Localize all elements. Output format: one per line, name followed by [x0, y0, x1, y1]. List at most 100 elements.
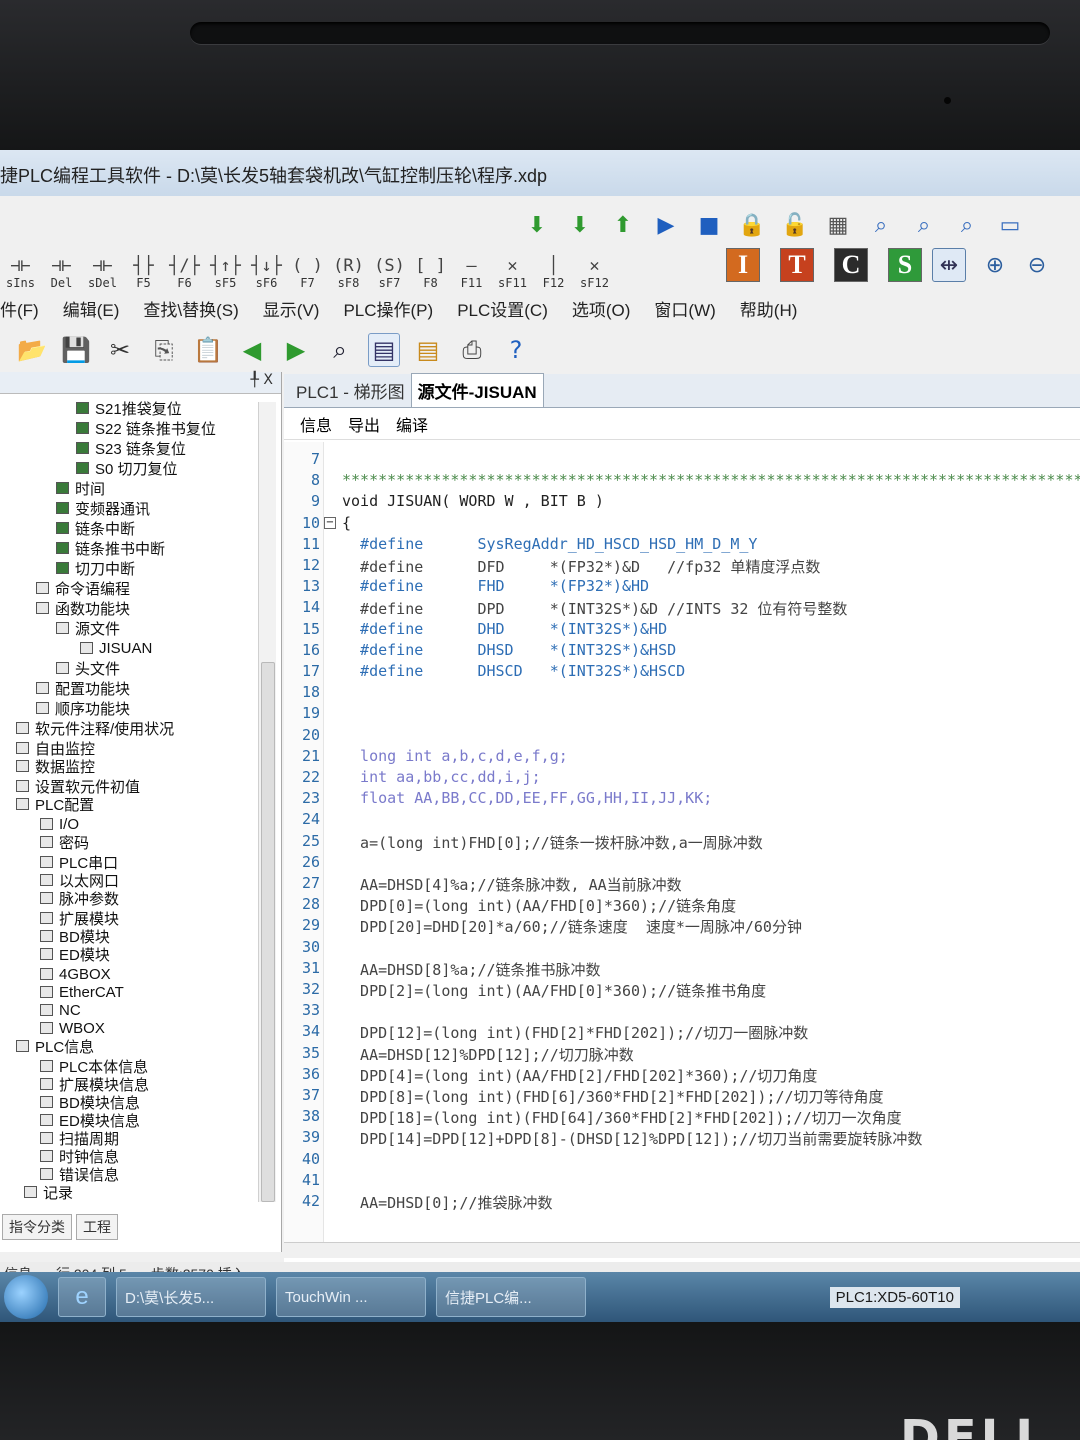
tree-item[interactable]: EtherCAT	[40, 982, 124, 1002]
back-icon[interactable]: ◀	[236, 333, 268, 367]
ladder-tool-14[interactable]: ✕ sF12	[574, 256, 615, 290]
ladder-tool-10[interactable]: [ ] F8	[410, 256, 451, 290]
tree-item[interactable]: 函数功能块	[36, 598, 130, 618]
zoom-out-icon[interactable]: ⊖	[1020, 248, 1054, 282]
print-icon[interactable]: ⎙	[456, 333, 488, 367]
ladder-view-icon[interactable]: ▤	[368, 333, 400, 367]
tree-scrollbar[interactable]	[258, 402, 276, 1202]
copy-icon[interactable]: ⎘	[148, 333, 180, 367]
menu-help[interactable]: 帮助(H)	[740, 296, 798, 321]
horizontal-scrollbar[interactable]	[284, 1242, 1080, 1258]
panel-pin-close[interactable]: ╀ X	[0, 372, 281, 394]
ladder-tool-2[interactable]: ⊣⊢ sDel	[82, 256, 123, 290]
editor-export-button[interactable]: 导出	[348, 412, 380, 436]
download-all-icon[interactable]: ⬇	[563, 208, 597, 242]
forward-icon[interactable]: ▶	[280, 333, 312, 367]
paste-icon[interactable]: 📋	[192, 333, 224, 367]
tree-item[interactable]: 脉冲参数	[40, 888, 119, 908]
ladder-tool-12[interactable]: ✕ sF11	[492, 256, 533, 290]
tab-project[interactable]: 工程	[76, 1214, 118, 1240]
taskbar-touchwin[interactable]: TouchWin ...	[276, 1277, 426, 1317]
taskbar-explorer[interactable]: D:\莫\长发5...	[116, 1277, 266, 1317]
tree-item[interactable]: 变频器通讯	[56, 498, 150, 518]
tree-item[interactable]: 数据监控	[16, 756, 95, 776]
find-table-icon[interactable]: ⌕	[864, 208, 898, 242]
start-button[interactable]	[4, 1275, 48, 1319]
lock-icon[interactable]: 🔒	[735, 208, 769, 242]
comm-icon[interactable]: ▭	[993, 208, 1027, 242]
zoom-find-icon[interactable]: ⌕	[907, 208, 941, 242]
tree-item[interactable]: JISUAN	[80, 638, 152, 658]
instr-t-button[interactable]: T	[780, 248, 814, 282]
tab-instruction-category[interactable]: 指令分类	[2, 1214, 72, 1240]
instr-s-button[interactable]: S	[888, 248, 922, 282]
menu-edit[interactable]: 编辑(E)	[63, 296, 120, 321]
tree-item[interactable]: 记录	[24, 1182, 73, 1202]
editor-compile-button[interactable]: 编译	[396, 412, 428, 436]
taskbar-plc-editor[interactable]: 信捷PLC编...	[436, 1277, 586, 1317]
split-view-icon[interactable]: ⇹	[932, 248, 966, 282]
cut-icon[interactable]: ✂	[104, 333, 136, 367]
tree-item[interactable]: 切刀中断	[56, 558, 135, 578]
tree-item[interactable]: 软元件注释/使用状况	[16, 718, 174, 738]
tree-item[interactable]: S0 切刀复位	[76, 458, 178, 478]
menu-plc-settings[interactable]: PLC设置(C)	[457, 296, 548, 321]
editor-info-button[interactable]: 信息	[300, 412, 332, 436]
tree-item[interactable]: 源文件	[56, 618, 120, 638]
menu-plc-operation[interactable]: PLC操作(P)	[343, 296, 433, 321]
tree-item[interactable]: PLC配置	[16, 794, 94, 814]
unlock-icon[interactable]: 🔓	[778, 208, 812, 242]
open-icon[interactable]: 📂	[16, 333, 48, 367]
tree-scroll-thumb[interactable]	[261, 662, 275, 1202]
ladder-tool-11[interactable]: — F11	[451, 256, 492, 290]
ladder-tool-7[interactable]: ( ) F7	[287, 256, 328, 290]
download-icon[interactable]: ⬇	[520, 208, 554, 242]
list-view-icon[interactable]: ▤	[412, 333, 444, 367]
upload-icon[interactable]: ⬆	[606, 208, 640, 242]
tree-item[interactable]: 链条推书中断	[56, 538, 165, 558]
ladder-tool-0[interactable]: ⊣⊢ sIns	[0, 256, 41, 290]
ladder-tool-13[interactable]: │ F12	[533, 256, 574, 290]
fold-toggle-icon[interactable]: −	[324, 517, 336, 529]
tree-item[interactable]: 4GBOX	[40, 964, 111, 984]
tree-item[interactable]: NC	[40, 1000, 81, 1020]
menu-options[interactable]: 选项(O)	[572, 296, 631, 321]
tree-item[interactable]: S21推袋复位	[76, 398, 182, 418]
tree-item[interactable]: 头文件	[56, 658, 120, 678]
tree-item[interactable]: S23 链条复位	[76, 438, 186, 458]
ie-icon[interactable]: e	[58, 1277, 106, 1317]
tree-item[interactable]: 时间	[56, 478, 105, 498]
tree-item[interactable]: 顺序功能块	[36, 698, 130, 718]
monitor-icon[interactable]: ▦	[821, 208, 855, 242]
zoom-in-icon[interactable]: ⊕	[978, 248, 1012, 282]
menu-window[interactable]: 窗口(W)	[654, 296, 715, 321]
menu-view[interactable]: 显示(V)	[263, 296, 320, 321]
save-icon[interactable]: 💾	[60, 333, 92, 367]
ladder-tool-5[interactable]: ┤↑├ sF5	[205, 256, 246, 290]
menu-find-replace[interactable]: 查找\替换(S)	[143, 296, 238, 321]
menu-file[interactable]: 件(F)	[0, 296, 39, 321]
tree-item[interactable]: 密码	[40, 832, 89, 852]
tab-source-jisuan[interactable]: 源文件-JISUAN	[410, 373, 544, 407]
tree-item[interactable]: 链条中断	[56, 518, 135, 538]
tree-item[interactable]: S22 链条推书复位	[76, 418, 216, 438]
ladder-tool-9[interactable]: (S) sF7	[369, 256, 410, 290]
ladder-tool-3[interactable]: ┤├ F5	[123, 256, 164, 290]
ladder-tool-1[interactable]: ⊣⊢ Del	[41, 256, 82, 290]
zoom-all-icon[interactable]: ⌕	[950, 208, 984, 242]
ladder-tool-8[interactable]: (R) sF8	[328, 256, 369, 290]
instr-c-button[interactable]: C	[834, 248, 868, 282]
tree-item[interactable]: PLC信息	[16, 1036, 94, 1056]
tab-ladder[interactable]: PLC1 - 梯形图	[290, 374, 411, 407]
code-area[interactable]: − 7 8 ************************************…	[284, 442, 1080, 1242]
help-icon[interactable]: ?	[500, 333, 532, 367]
run-icon[interactable]: ▶	[649, 208, 683, 242]
tree-item[interactable]: 配置功能块	[36, 678, 130, 698]
stop-icon[interactable]: ■	[692, 208, 726, 242]
instr-i-button[interactable]: I	[726, 248, 760, 282]
ladder-tool-4[interactable]: ┤/├ F6	[164, 256, 205, 290]
find-icon[interactable]: ⌕	[324, 333, 356, 367]
ladder-tool-6[interactable]: ┤↓├ sF6	[246, 256, 287, 290]
tree-item[interactable]: ED模块	[40, 944, 110, 964]
tree-item[interactable]: 命令语编程	[36, 578, 130, 598]
